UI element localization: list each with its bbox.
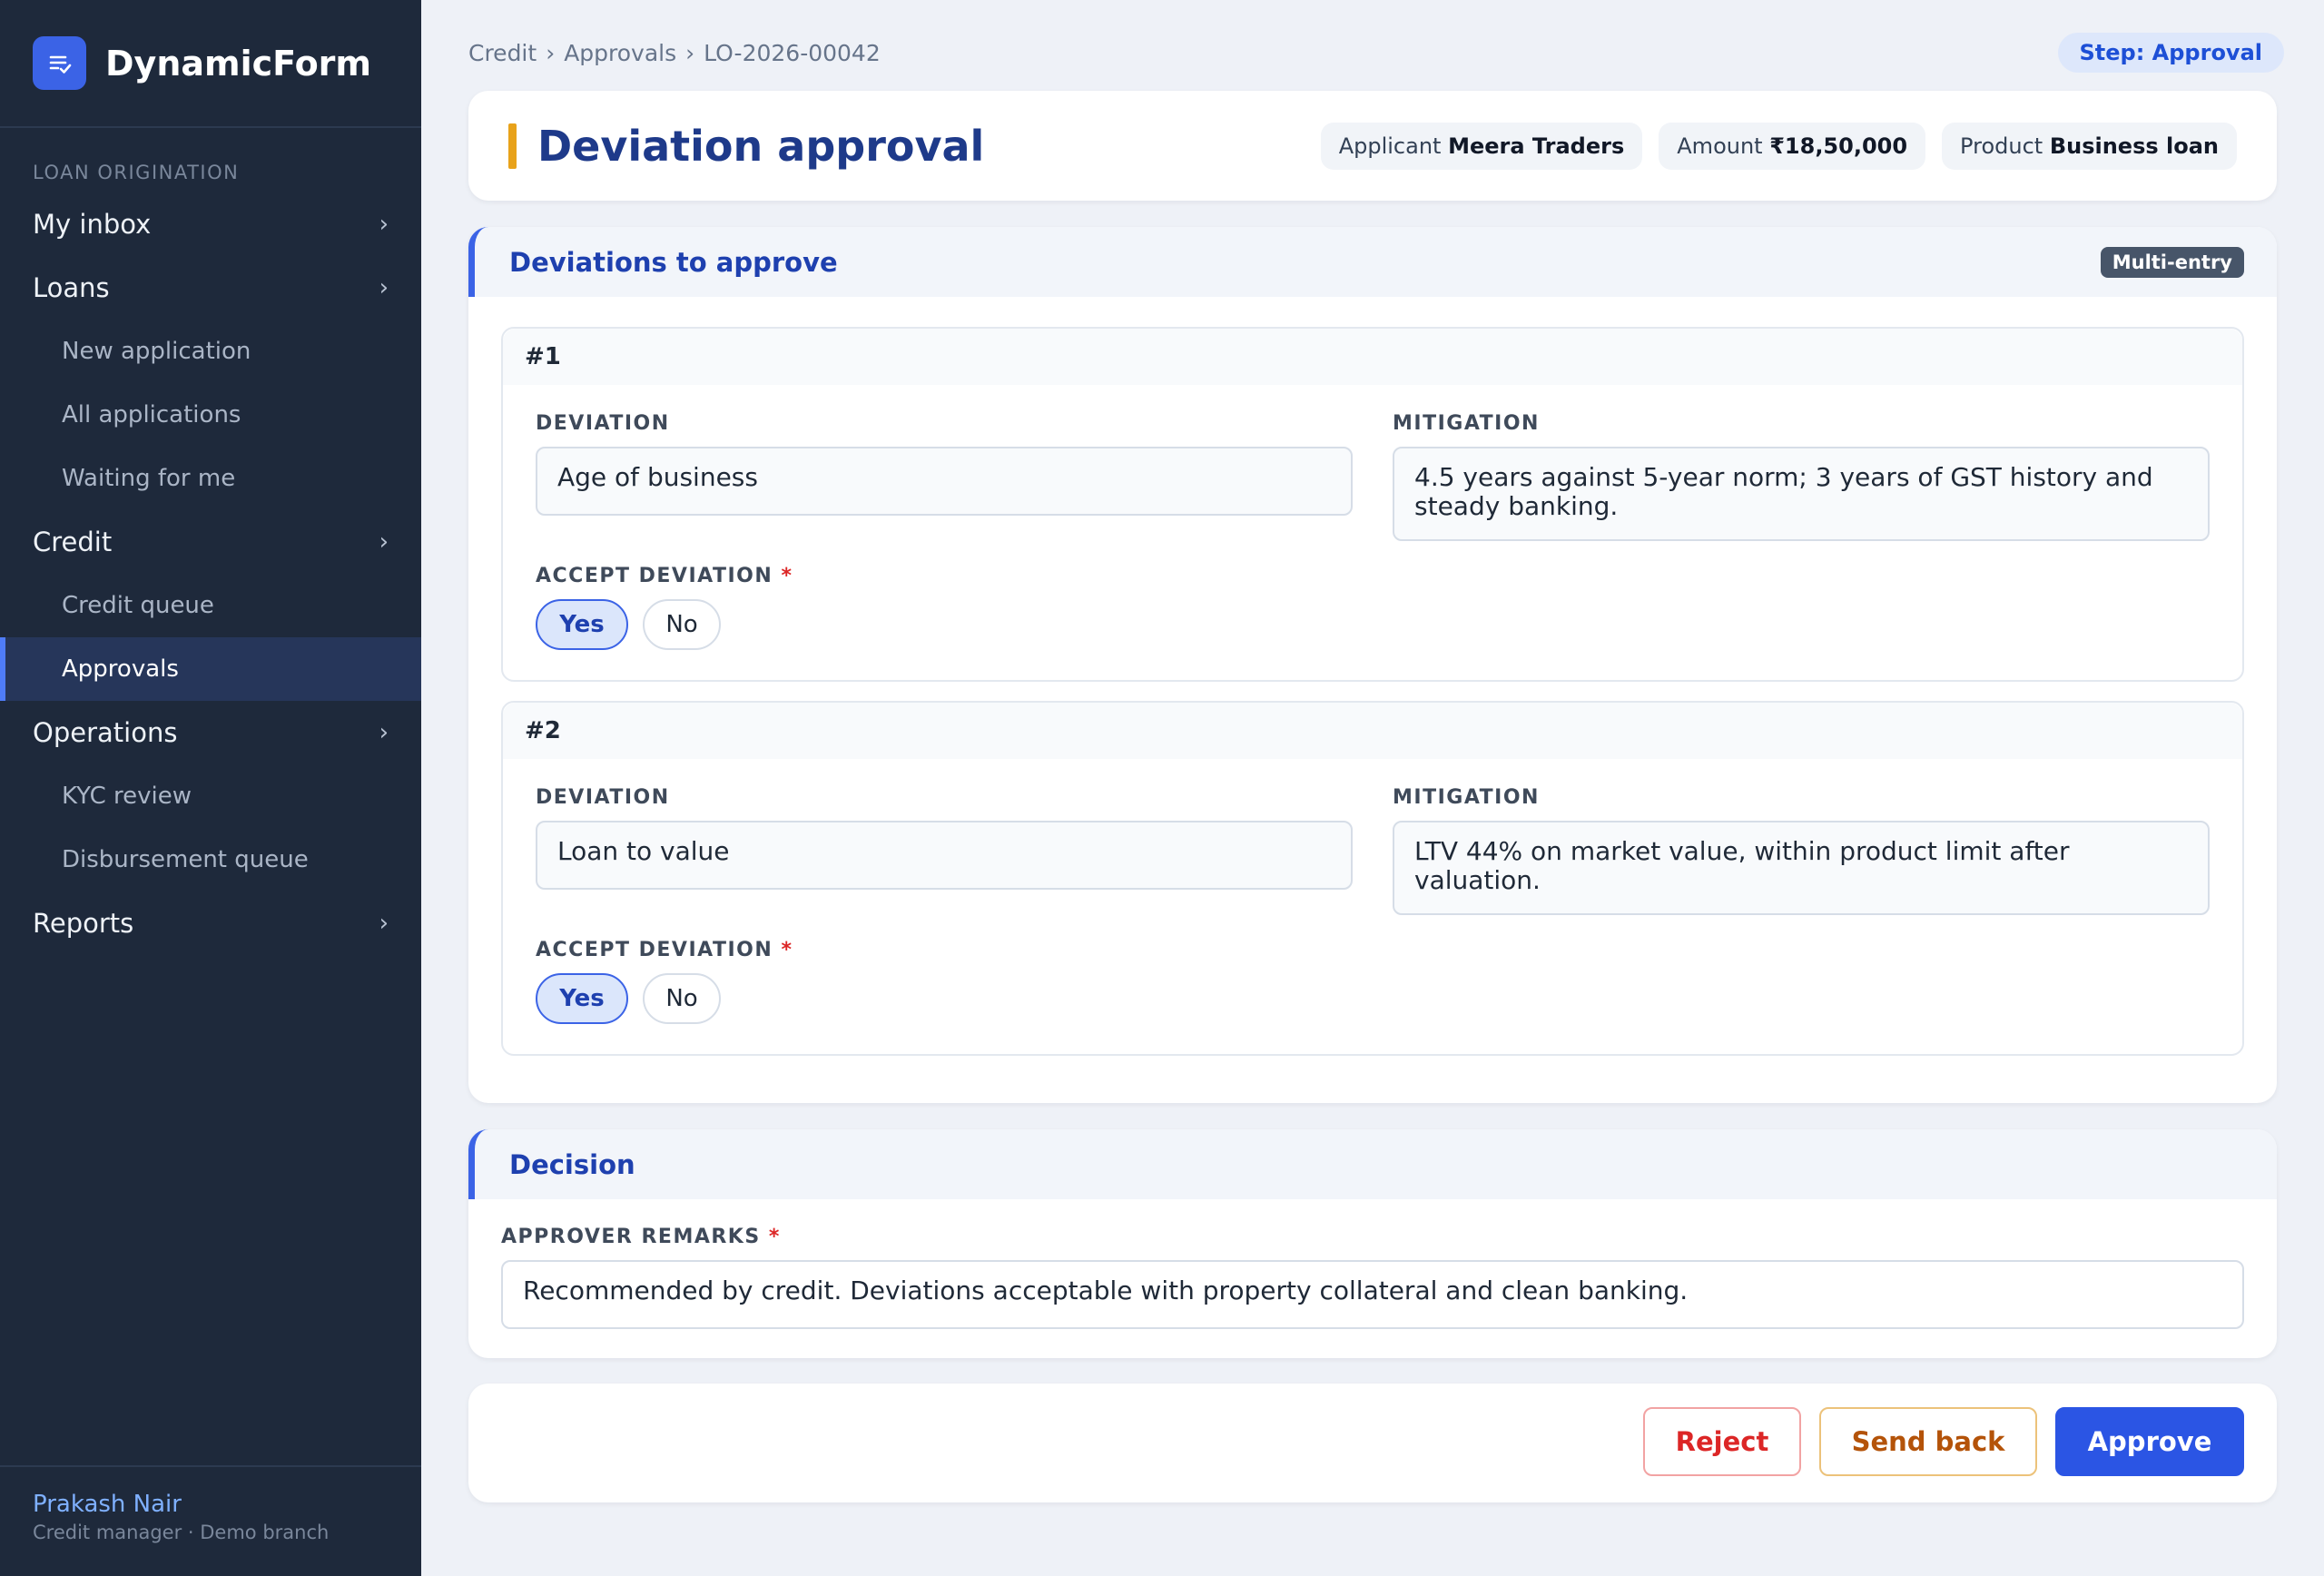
decision-card: Decision APPROVER REMARKS * Recommended … xyxy=(468,1129,2277,1358)
accept-yes-toggle[interactable]: Yes xyxy=(536,973,628,1024)
step-badge: Step: Approval xyxy=(2057,33,2284,73)
breadcrumb: Credit › Approvals › LO-2026-00042 xyxy=(468,40,881,66)
form-check-icon xyxy=(33,36,86,90)
sidebar-item-label: Credit xyxy=(33,527,113,557)
sidebar-item-label: Loans xyxy=(33,272,110,303)
sidebar-item-approvals[interactable]: Approvals xyxy=(0,637,421,701)
accept-yes-toggle[interactable]: Yes xyxy=(536,599,628,650)
breadcrumb-separator: › xyxy=(546,39,556,66)
section-title: Deviations to approve xyxy=(509,246,838,278)
section-title: Decision xyxy=(509,1148,635,1180)
deviation-field[interactable]: Loan to value xyxy=(536,821,1353,890)
sidebar-item-waiting-for-me[interactable]: Waiting for me xyxy=(0,447,421,510)
product-chip: Product Business loan xyxy=(1942,122,2237,170)
sidebar-item-label: Reports xyxy=(33,908,134,939)
chip-value: Meera Traders xyxy=(1448,133,1625,159)
approve-button[interactable]: Approve xyxy=(2055,1407,2244,1476)
action-bar: Reject Send back Approve xyxy=(468,1384,2277,1502)
brand[interactable]: DynamicForm xyxy=(0,0,421,128)
user-role: Credit manager · Demo branch xyxy=(33,1522,330,1543)
page-title: Deviation approval xyxy=(537,121,985,171)
applicant-chip: Applicant Meera Traders xyxy=(1320,122,1643,170)
accept-deviation-label: ACCEPT DEVIATION * xyxy=(536,939,793,961)
mitigation-field[interactable]: 4.5 years against 5-year norm; 3 years o… xyxy=(1393,447,2210,541)
sidebar-item-label: Operations xyxy=(33,717,178,748)
deviation-field[interactable]: Age of business xyxy=(536,447,1353,516)
sidebar-item-my-inbox[interactable]: My inbox › xyxy=(0,192,421,256)
decision-section-header: Decision xyxy=(468,1129,2277,1199)
breadcrumb-item-credit[interactable]: Credit xyxy=(468,40,537,66)
header-card: Deviation approval Applicant Meera Trade… xyxy=(468,91,2277,201)
mitigation-label: MITIGATION xyxy=(1393,412,1540,435)
required-mark: * xyxy=(781,565,793,587)
deviations-card: Deviations to approve Multi-entry #1 DEV… xyxy=(468,227,2277,1103)
sidebar-item-all-applications[interactable]: All applications xyxy=(0,383,421,447)
amount-chip: Amount ₹18,50,000 xyxy=(1659,122,1926,170)
sidebar-item-new-application[interactable]: New application xyxy=(0,320,421,383)
sidebar: DynamicForm LOAN ORIGINATION My inbox › … xyxy=(0,0,421,1576)
sidebar-item-label: My inbox xyxy=(33,209,152,240)
breadcrumb-item-approvals[interactable]: Approvals xyxy=(564,40,676,66)
accept-label-text: ACCEPT DEVIATION xyxy=(536,565,773,587)
breadcrumb-separator: › xyxy=(685,39,695,66)
chevron-right-icon: › xyxy=(379,211,389,238)
accept-label-text: ACCEPT DEVIATION xyxy=(536,939,773,961)
accept-no-toggle[interactable]: No xyxy=(643,973,721,1024)
required-mark: * xyxy=(768,1226,781,1248)
deviations-section-header: Deviations to approve Multi-entry xyxy=(468,227,2277,297)
chip-label: Amount xyxy=(1677,133,1763,159)
deviation-entry: #2 DEVIATION Loan to value MITIGATION LT… xyxy=(501,701,2244,1056)
sidebar-item-kyc-review[interactable]: KYC review xyxy=(0,764,421,828)
user-profile[interactable]: Prakash Nair Credit manager · Demo branc… xyxy=(0,1465,421,1576)
chevron-right-icon: › xyxy=(379,910,389,937)
mitigation-label: MITIGATION xyxy=(1393,786,1540,809)
multi-entry-badge: Multi-entry xyxy=(2100,246,2244,278)
approver-remarks-field[interactable]: Recommended by credit. Deviations accept… xyxy=(501,1260,2244,1329)
sidebar-item-credit-queue[interactable]: Credit queue xyxy=(0,574,421,637)
user-name: Prakash Nair xyxy=(33,1491,182,1518)
approver-remarks-label: APPROVER REMARKS * xyxy=(501,1226,781,1248)
sidebar-item-credit[interactable]: Credit › xyxy=(0,510,421,574)
chevron-right-icon: › xyxy=(379,274,389,301)
sidebar-item-loans[interactable]: Loans › xyxy=(0,256,421,320)
chip-value: ₹18,50,000 xyxy=(1769,133,1908,159)
required-mark: * xyxy=(781,939,793,961)
entry-index: #1 xyxy=(503,329,2242,385)
accept-deviation-label: ACCEPT DEVIATION * xyxy=(536,565,793,587)
remarks-label-text: APPROVER REMARKS xyxy=(501,1226,761,1248)
chip-label: Product xyxy=(1960,133,2043,159)
sidebar-item-disbursement-queue[interactable]: Disbursement queue xyxy=(0,828,421,891)
sidebar-item-operations[interactable]: Operations › xyxy=(0,701,421,764)
chip-value: Business loan xyxy=(2049,133,2219,159)
mitigation-field[interactable]: LTV 44% on market value, within product … xyxy=(1393,821,2210,915)
app-name: DynamicForm xyxy=(105,43,372,84)
title-accent-bar xyxy=(508,123,517,169)
sidebar-nav: My inbox › Loans › New application All a… xyxy=(0,192,421,955)
deviation-entry: #1 DEVIATION Age of business MITIGATION … xyxy=(501,327,2244,682)
accept-no-toggle[interactable]: No xyxy=(643,599,721,650)
sidebar-item-reports[interactable]: Reports › xyxy=(0,891,421,955)
chevron-right-icon: › xyxy=(379,719,389,746)
nav-section-label: LOAN ORIGINATION xyxy=(33,162,240,183)
chevron-right-icon: › xyxy=(379,528,389,556)
breadcrumb-item-current: LO-2026-00042 xyxy=(704,39,881,66)
entry-index: #2 xyxy=(503,703,2242,759)
reject-button[interactable]: Reject xyxy=(1643,1407,1801,1476)
chip-label: Applicant xyxy=(1338,133,1442,159)
topbar: Credit › Approvals › LO-2026-00042 Step:… xyxy=(468,33,2284,73)
deviation-label: DEVIATION xyxy=(536,412,670,435)
send-back-button[interactable]: Send back xyxy=(1819,1407,2037,1476)
deviation-label: DEVIATION xyxy=(536,786,670,809)
